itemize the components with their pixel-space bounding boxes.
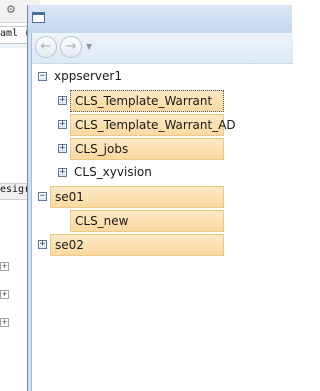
expand-icon[interactable]: + [58, 144, 67, 153]
tree-item-label: CLS_Template_Warrant_AD [70, 114, 236, 136]
tree-item-se01[interactable]: − se01 [32, 186, 293, 208]
collapse-icon[interactable]: − [38, 72, 47, 81]
tree-item-xppserver1[interactable]: − xppserver1 [32, 66, 293, 88]
tree-item-cls-template-warrant[interactable]: + CLS_Template_Warrant [32, 90, 293, 112]
ide-design-label: esigr [0, 184, 31, 195]
expand-icon[interactable]: + [58, 120, 67, 129]
expand-icon[interactable]: + [58, 96, 67, 105]
back-button[interactable]: ← [35, 36, 57, 58]
server-browser-window: ← → ▼ − xppserver1 + CLS_Template_Warran… [27, 5, 293, 391]
ide-expand-icon[interactable]: + [0, 290, 9, 299]
tree-item-cls-new[interactable]: CLS_new [32, 210, 293, 232]
tree-item-label: xppserver1 [54, 69, 122, 83]
ide-expand-icon[interactable]: + [0, 318, 9, 327]
tree-item-label: se01 [50, 186, 224, 208]
ide-tab-label: aml ( [0, 28, 31, 39]
expand-icon[interactable]: + [58, 168, 67, 177]
forward-button[interactable]: → [60, 36, 82, 58]
tree-item-se02[interactable]: + se02 [32, 234, 293, 256]
ide-expand-icon[interactable]: + [0, 262, 9, 271]
tree-item-cls-template-warrant-ad[interactable]: + CLS_Template_Warrant_AD [32, 114, 293, 136]
gear-icon[interactable]: ⚙ [6, 3, 16, 16]
window-title-bar[interactable] [28, 5, 292, 33]
tree-item-label: CLS_jobs [70, 138, 224, 160]
tree-item-label: CLS_Template_Warrant [70, 90, 224, 112]
window-icon [32, 12, 45, 23]
tree-item-cls-jobs[interactable]: + CLS_jobs [32, 138, 293, 160]
expand-icon[interactable]: + [38, 240, 47, 249]
navigation-bar: ← → ▼ [32, 33, 293, 64]
tree-item-cls-xyvision[interactable]: + CLS_xyvision [32, 162, 293, 184]
window-content: ← → ▼ − xppserver1 + CLS_Template_Warran… [31, 33, 293, 391]
tree-item-label: CLS_new [70, 210, 224, 232]
tree-item-label: CLS_xyvision [74, 165, 152, 179]
tree-item-label: se02 [50, 234, 224, 256]
collapse-icon[interactable]: − [38, 192, 47, 201]
history-dropdown-icon[interactable]: ▼ [86, 42, 92, 51]
